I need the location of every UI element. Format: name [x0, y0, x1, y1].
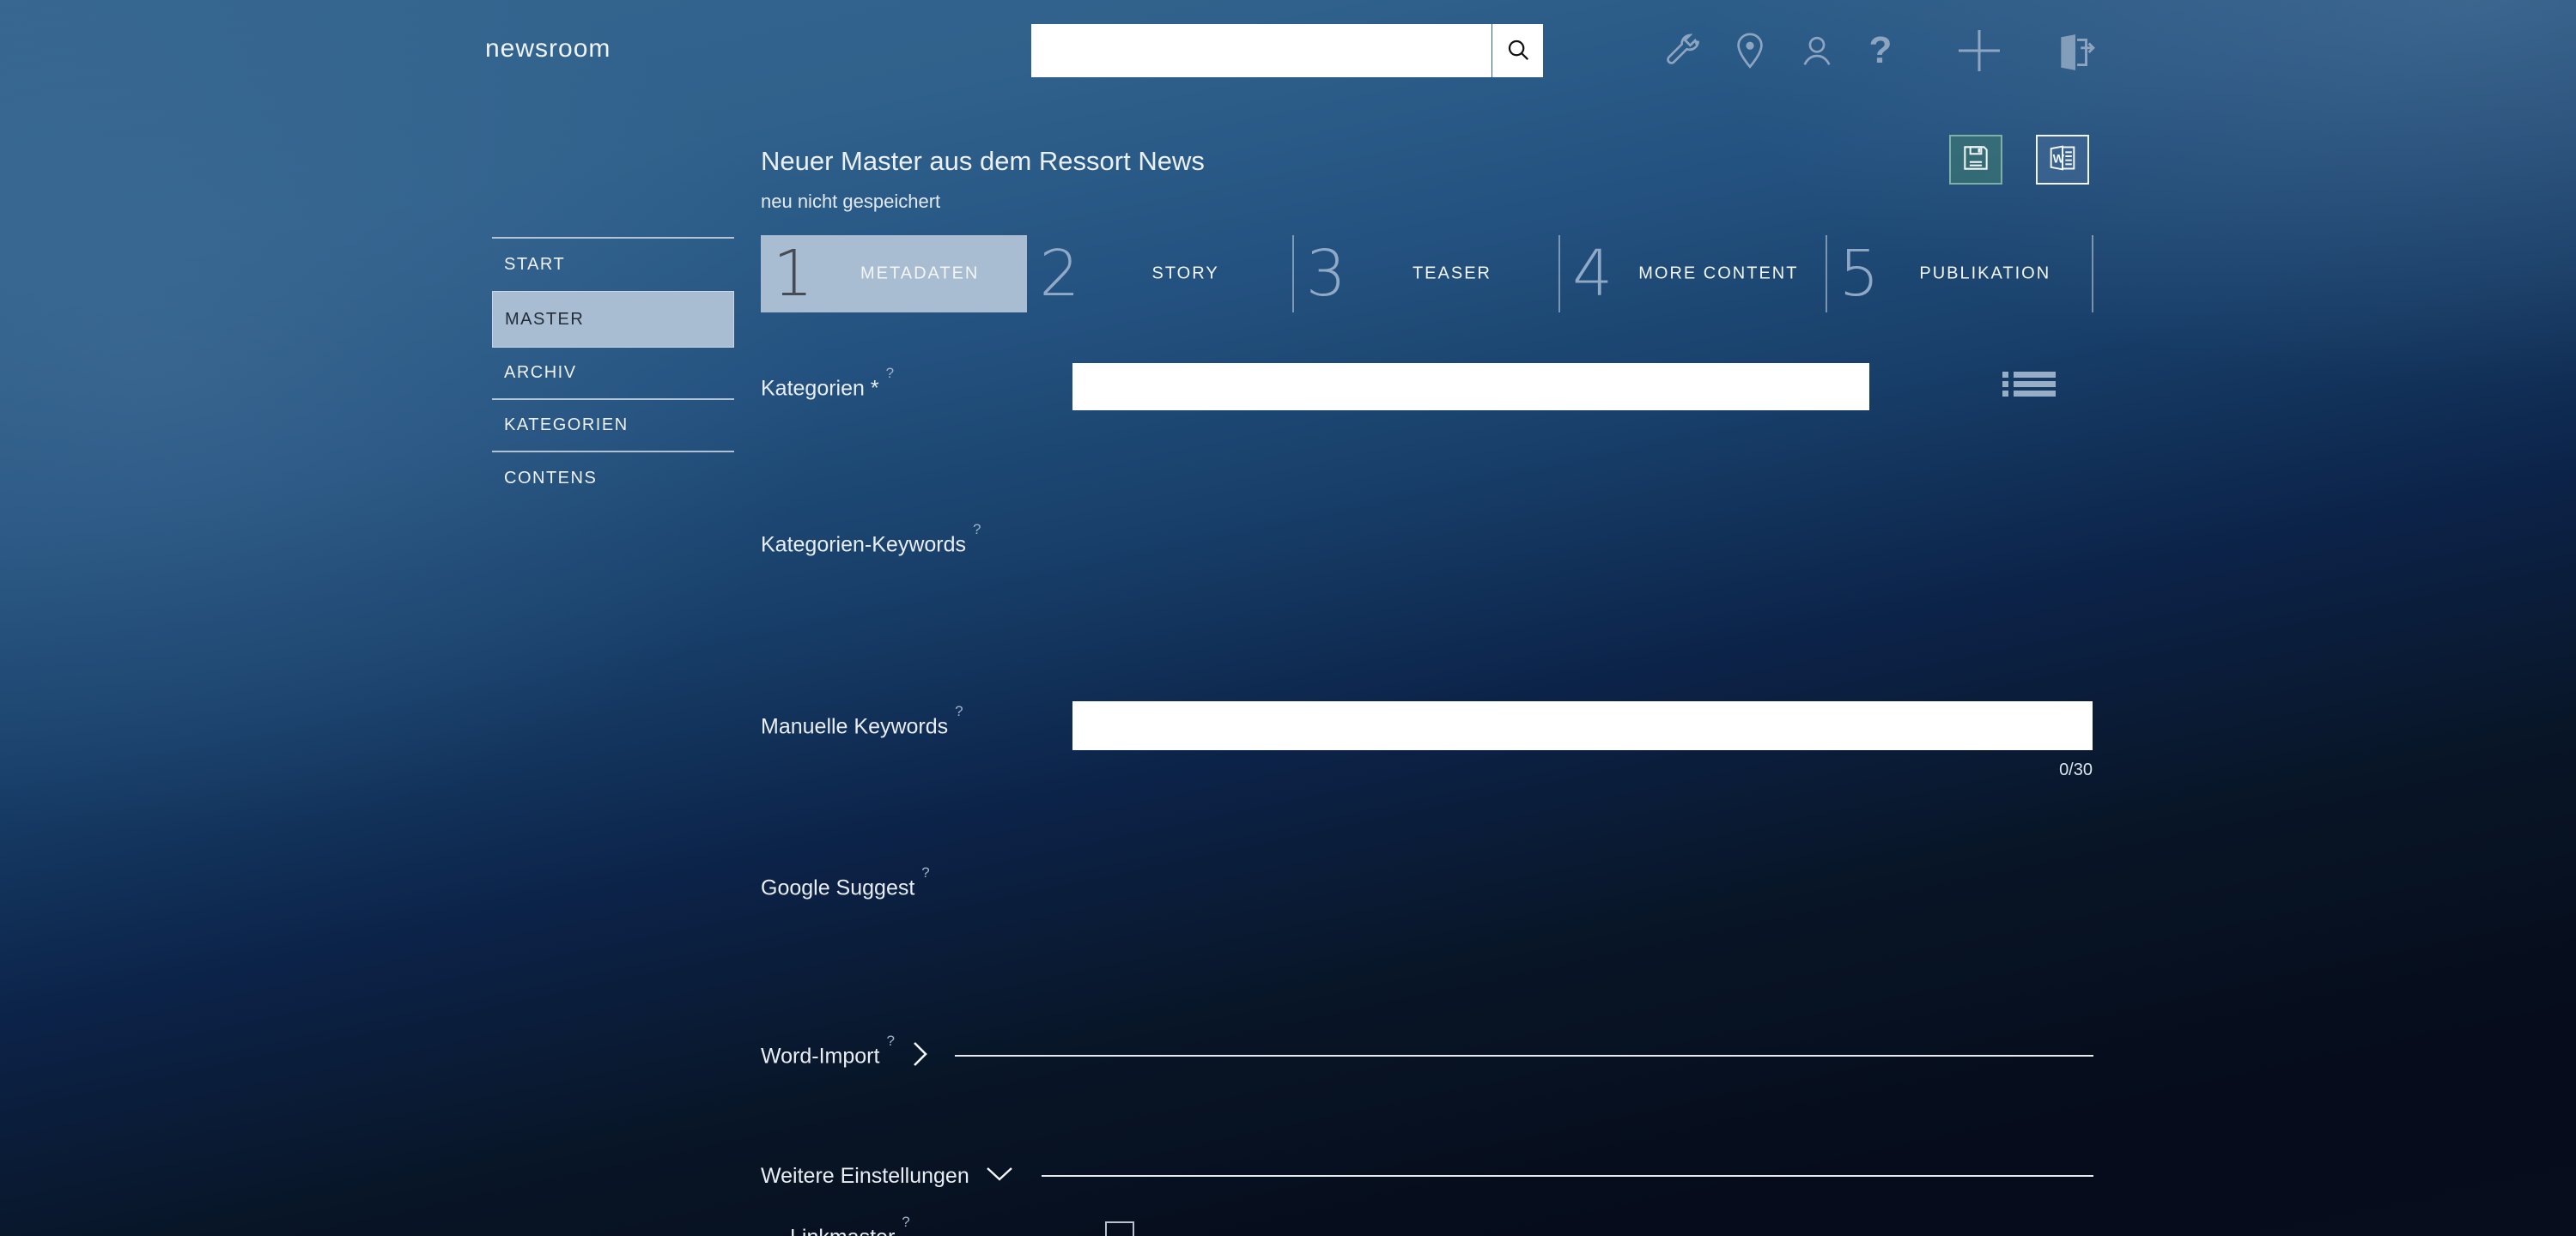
word-document-icon: W [2045, 141, 2080, 179]
page-title: Neuer Master aus dem Ressort News [761, 146, 1205, 176]
word-import-divider [954, 1055, 2093, 1057]
manuelle-keywords-label: Manuelle Keywords? [761, 703, 963, 739]
manuelle-keywords-help[interactable]: ? [955, 703, 963, 719]
field-google-suggest: Google Suggest? [761, 864, 2093, 900]
field-linkmaster: Linkmaster? [761, 1214, 2093, 1236]
step-number: 2 [1039, 237, 1080, 311]
kategorien-label: Kategorien *? [761, 365, 895, 401]
wizard-step-story[interactable]: 2 STORY [1027, 235, 1294, 312]
search-button[interactable] [1492, 24, 1543, 77]
category-list-icon[interactable] [2002, 371, 2056, 398]
app-background: newsroom ? Neuer Master aus dem Ressort … [0, 0, 2576, 1236]
step-number: 3 [1305, 237, 1346, 311]
logout-door-icon[interactable] [2054, 31, 2097, 74]
svg-text:W: W [2053, 152, 2065, 166]
step-number: 1 [773, 237, 814, 311]
word-export-button[interactable]: W [2036, 135, 2089, 185]
wizard-step-teaser[interactable]: 3 TEASER [1294, 235, 1561, 312]
field-kategorien-keywords: Kategorien-Keywords? [761, 521, 2093, 557]
step-label: PUBLIKATION [1919, 264, 2051, 283]
step-label: TEASER [1412, 264, 1492, 283]
linkmaster-checkbox[interactable] [1105, 1221, 1134, 1236]
kategorien-keywords-help[interactable]: ? [973, 521, 981, 537]
google-suggest-help[interactable]: ? [921, 864, 929, 881]
word-import-label: Word-Import? [761, 1033, 895, 1069]
manuelle-keywords-input[interactable] [1072, 701, 2093, 750]
word-import-help[interactable]: ? [886, 1033, 894, 1049]
linkmaster-label: Linkmaster? [790, 1214, 910, 1236]
step-label: STORY [1151, 264, 1219, 283]
sidebar-item-kategorien[interactable]: KATEGORIEN [492, 400, 734, 452]
google-suggest-label: Google Suggest? [761, 864, 930, 900]
search-input[interactable] [1031, 24, 1492, 77]
keyword-counter: 0/30 [2059, 760, 2093, 779]
page-status: neu nicht gespeichert [761, 191, 941, 212]
wizard-step-more-content[interactable]: 4 MORE CONTENT [1560, 235, 1827, 312]
kategorien-keywords-label: Kategorien-Keywords? [761, 521, 981, 557]
wizard-step-metadaten[interactable]: 1 METADATEN [761, 235, 1028, 312]
sidebar-item-start[interactable]: START [492, 239, 734, 291]
location-pin-icon[interactable] [1730, 31, 1770, 70]
section-word-import: Word-Import? [761, 1033, 2093, 1077]
step-label: MORE CONTENT [1638, 264, 1799, 283]
add-new-icon[interactable] [1956, 27, 2002, 74]
weitere-einstellungen-divider [1041, 1175, 2093, 1177]
field-manuelle-keywords: Manuelle Keywords? 0/30 [761, 695, 2093, 790]
search-icon [1505, 37, 1531, 65]
linkmaster-help[interactable]: ? [902, 1214, 909, 1230]
kategorien-help[interactable]: ? [886, 365, 894, 381]
section-weitere-einstellungen: Weitere Einstellungen [761, 1154, 2093, 1197]
save-button[interactable] [1949, 135, 2002, 185]
save-disk-icon [1959, 142, 1992, 179]
sidebar-item-master[interactable]: MASTER [492, 291, 734, 348]
sidebar-item-archiv[interactable]: ARCHIV [492, 348, 734, 400]
weitere-einstellungen-label: Weitere Einstellungen [761, 1163, 969, 1188]
settings-wrench-icon[interactable] [1663, 31, 1703, 70]
step-number: 5 [1838, 237, 1880, 311]
chevron-down-icon[interactable] [985, 1166, 1014, 1187]
user-profile-icon[interactable] [1797, 31, 1837, 70]
chevron-right-icon[interactable] [912, 1040, 929, 1072]
wizard-steps: 1 METADATEN 2 STORY 3 TEASER 4 MORE CONT… [761, 235, 2093, 312]
wizard-step-publikation[interactable]: 5 PUBLIKATION [1827, 235, 2093, 312]
field-kategorien: Kategorien *? [761, 356, 2093, 416]
sidebar-nav: START MASTER ARCHIV KATEGORIEN CONTENS [492, 237, 734, 505]
kategorien-input[interactable] [1072, 363, 1869, 410]
step-label: METADATEN [860, 264, 980, 283]
step-number: 4 [1572, 237, 1613, 311]
help-icon[interactable]: ? [1863, 31, 1898, 70]
app-logo: newsroom [485, 34, 611, 63]
sidebar-item-contens[interactable]: CONTENS [492, 452, 734, 505]
search-bar [1031, 24, 1543, 77]
